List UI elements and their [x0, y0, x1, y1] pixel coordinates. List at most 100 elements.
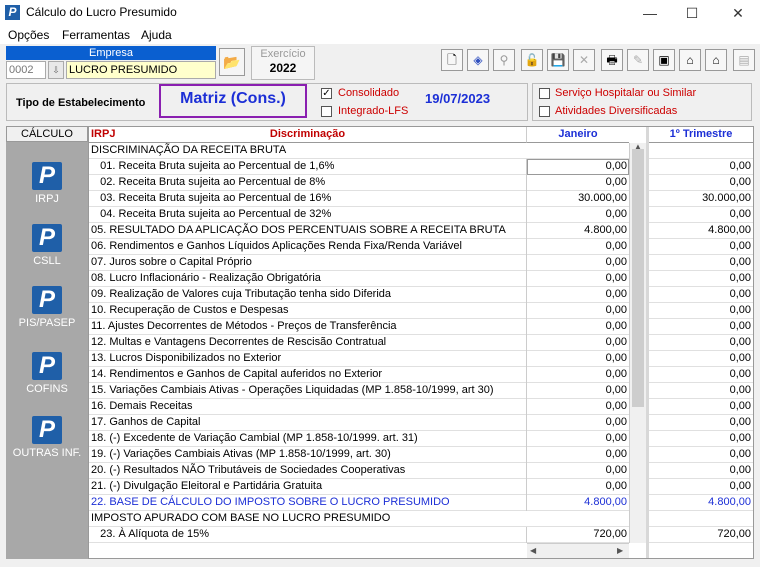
row-description: 18. (-) Excedente de Variação Cambial (M…: [89, 431, 527, 447]
tipo-value-button[interactable]: Matriz (Cons.): [159, 84, 307, 118]
row-description: IMPOSTO APURADO COM BASE NO LUCRO PRESUM…: [91, 512, 391, 524]
lock-button[interactable]: 🔓: [521, 49, 543, 71]
row-description: 22. BASE DE CÁLCULO DO IMPOSTO SOBRE O L…: [89, 495, 527, 511]
close-window-button[interactable]: ▤: [733, 49, 755, 71]
janeiro-value-cell[interactable]: 0,00: [527, 479, 629, 495]
table-row[interactable]: 18. (-) Excedente de Variação Cambial (M…: [89, 431, 753, 447]
table-row[interactable]: 08. Lucro Inflacionário - Realização Obr…: [89, 271, 753, 287]
search-button[interactable]: ⚲: [493, 49, 515, 71]
import2-button[interactable]: ⌂: [705, 49, 727, 71]
title-bar: P Cálculo do Lucro Presumido — ☐ ✕: [0, 0, 760, 26]
table-row[interactable]: 16. Demais Receitas 0,00 0,00: [89, 399, 753, 415]
table-row[interactable]: 14. Rendimentos e Ganhos de Capital aufe…: [89, 367, 753, 383]
table-row[interactable]: IMPOSTO APURADO COM BASE NO LUCRO PRESUM…: [89, 511, 753, 527]
table-row[interactable]: 10. Recuperação de Custos e Despesas 0,00…: [89, 303, 753, 319]
menu-opcoes[interactable]: Opções: [8, 28, 49, 42]
menu-ferramentas[interactable]: Ferramentas: [62, 28, 130, 42]
table-row[interactable]: DISCRIMINAÇÃO DA RECEITA BRUTA: [89, 143, 753, 159]
row-description: 20. (-) Resultados NÃO Tributáveis de So…: [89, 463, 527, 479]
scroll-left-icon[interactable]: ◀: [530, 546, 536, 555]
trimestre-value-cell: 0,00: [729, 288, 751, 300]
table-row[interactable]: 01. Receita Bruta sujeita ao Percentual …: [89, 159, 753, 175]
save-button[interactable]: 💾: [547, 49, 569, 71]
empresa-dropdown-button[interactable]: ⇩: [48, 61, 64, 79]
trimestre-value-cell: 0,00: [729, 336, 751, 348]
table-row[interactable]: 02. Receita Bruta sujeita ao Percentual …: [89, 175, 753, 191]
new-document-button[interactable]: 🗋: [441, 49, 463, 71]
sidebar-item-outras-inf[interactable]: P OUTRAS INF.: [6, 416, 88, 459]
janeiro-value-cell[interactable]: 4.800,00: [527, 223, 629, 239]
janeiro-value-cell[interactable]: 0,00: [527, 303, 629, 319]
sidebar-item-cofins[interactable]: P COFINS: [6, 352, 88, 395]
janeiro-value-cell[interactable]: 0,00: [527, 367, 629, 383]
janeiro-value-cell[interactable]: 0,00: [527, 207, 629, 223]
horizontal-scrollbar[interactable]: ◀ ▶: [527, 543, 629, 558]
tools-button[interactable]: ✎: [627, 49, 649, 71]
janeiro-value-cell[interactable]: 0,00: [527, 271, 629, 287]
janeiro-value-cell[interactable]: 0,00: [527, 383, 629, 399]
table-row[interactable]: 11. Ajustes Decorrentes de Métodos - Pre…: [89, 319, 753, 335]
servico-hospitalar-checkbox[interactable]: [539, 88, 550, 99]
table-row[interactable]: 21. (-) Divulgação Eleitoral e Partidári…: [89, 479, 753, 495]
table-row[interactable]: 05. RESULTADO DA APLICAÇÃO DOS PERCENTUA…: [89, 223, 753, 239]
scroll-thumb[interactable]: [632, 149, 644, 407]
table-row[interactable]: 19. (-) Variações Cambiais Ativas (MP 1.…: [89, 447, 753, 463]
trimestre-value-cell: 4.800,00: [708, 224, 751, 236]
export-button[interactable]: ▣: [653, 49, 675, 71]
table-row[interactable]: 03. Receita Bruta sujeita ao Percentual …: [89, 191, 753, 207]
table-row[interactable]: 20. (-) Resultados NÃO Tributáveis de So…: [89, 463, 753, 479]
scroll-right-icon[interactable]: ▶: [617, 546, 623, 555]
trimestre-value-cell: 30.000,00: [702, 192, 751, 204]
atividades-checkbox[interactable]: [539, 106, 550, 117]
import-button[interactable]: ⌂: [679, 49, 701, 71]
consolidado-checkbox[interactable]: ✓: [321, 88, 332, 99]
open-folder-button[interactable]: 📂: [219, 48, 245, 76]
janeiro-value-cell[interactable]: 0,00: [527, 415, 629, 431]
table-row[interactable]: 17. Ganhos de Capital 0,00 0,00: [89, 415, 753, 431]
janeiro-value-cell[interactable]: 0,00: [527, 287, 629, 303]
table-row[interactable]: 15. Variações Cambiais Ativas - Operaçõe…: [89, 383, 753, 399]
minimize-button[interactable]: —: [628, 0, 672, 26]
janeiro-value-cell[interactable]: 0,00: [527, 175, 629, 191]
print-button[interactable]: 🖶: [601, 49, 623, 71]
janeiro-value-cell[interactable]: 0,00: [527, 335, 629, 351]
navigate-button[interactable]: ◈: [467, 49, 489, 71]
janeiro-value-cell[interactable]: 0,00: [527, 239, 629, 255]
janeiro-value-cell[interactable]: 0,00: [527, 399, 629, 415]
table-row[interactable]: 23. À Alíquota de 15% 720,00 720,00: [89, 527, 753, 543]
consolidado-label: Consolidado: [338, 87, 400, 99]
table-row[interactable]: 12. Multas e Vantagens Decorrentes de Re…: [89, 335, 753, 351]
table-row[interactable]: 04. Receita Bruta sujeita ao Percentual …: [89, 207, 753, 223]
janeiro-value-cell[interactable]: 0,00: [527, 431, 629, 447]
table-row[interactable]: 22. BASE DE CÁLCULO DO IMPOSTO SOBRE O L…: [89, 495, 753, 511]
menu-ajuda[interactable]: Ajuda: [141, 28, 172, 42]
table-row[interactable]: 07. Juros sobre o Capital Próprio 0,00 0,0…: [89, 255, 753, 271]
empresa-name-field[interactable]: LUCRO PRESUMIDO: [66, 61, 216, 79]
trimestre-value-cell: 0,00: [729, 432, 751, 444]
close-button[interactable]: ✕: [716, 0, 760, 26]
sidebar-item-pis-pasep[interactable]: P PIS/PASEP: [6, 286, 88, 329]
trimestre-value-cell: 0,00: [729, 368, 751, 380]
sidebar-item-irpj[interactable]: P IRPJ: [6, 162, 88, 205]
row-description: 19. (-) Variações Cambiais Ativas (MP 1.…: [89, 447, 527, 463]
cofins-icon: P: [32, 352, 62, 380]
vertical-scrollbar[interactable]: ▲: [629, 142, 646, 543]
janeiro-value-cell[interactable]: 0,00: [527, 159, 629, 175]
janeiro-value-cell[interactable]: 0,00: [527, 255, 629, 271]
table-row[interactable]: 06. Rendimentos e Ganhos Líquidos Aplica…: [89, 239, 753, 255]
delete-button[interactable]: ✕: [573, 49, 595, 71]
janeiro-value-cell[interactable]: 0,00: [527, 463, 629, 479]
integrado-label: Integrado-LFS: [338, 105, 409, 117]
janeiro-value-cell[interactable]: 720,00: [527, 527, 629, 543]
janeiro-value-cell[interactable]: 0,00: [527, 351, 629, 367]
janeiro-value-cell[interactable]: 30.000,00: [527, 191, 629, 207]
janeiro-value-cell[interactable]: 0,00: [527, 319, 629, 335]
sidebar-item-csll[interactable]: P CSLL: [6, 224, 88, 267]
integrado-checkbox[interactable]: [321, 106, 332, 117]
empresa-code-field[interactable]: 0002: [6, 61, 46, 79]
table-row[interactable]: 13. Lucros Disponibilizados no Exterior 0…: [89, 351, 753, 367]
janeiro-value-cell[interactable]: 4.800,00: [527, 495, 629, 511]
janeiro-value-cell[interactable]: 0,00: [527, 447, 629, 463]
table-row[interactable]: 09. Realização de Valores cuja Tributaçã…: [89, 287, 753, 303]
maximize-button[interactable]: ☐: [670, 0, 714, 26]
